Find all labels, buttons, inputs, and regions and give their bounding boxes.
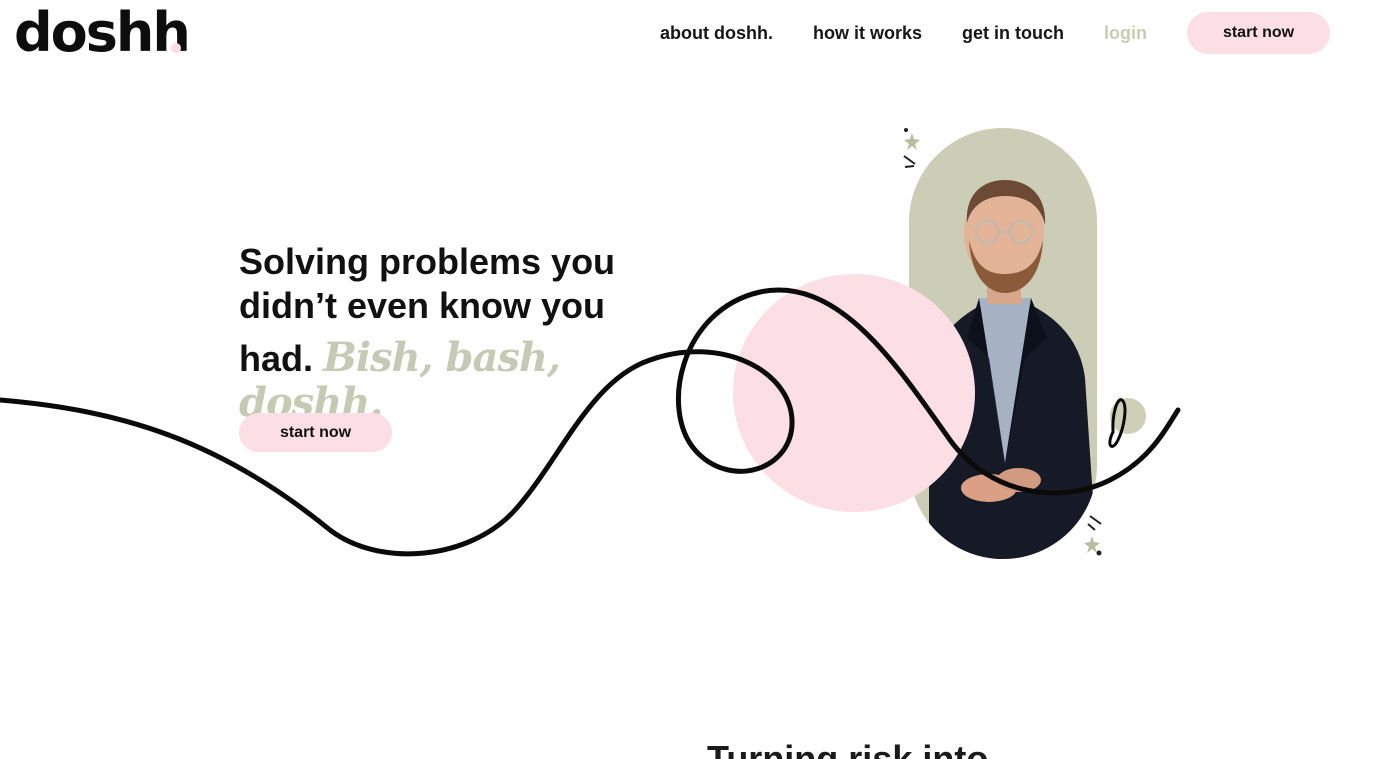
nav-get-in-touch[interactable]: get in touch xyxy=(962,23,1064,44)
swoosh-line-decor xyxy=(0,128,1181,557)
main-nav: about doshh. how it works get in touch l… xyxy=(660,12,1330,54)
logo-text: doshh xyxy=(14,1,191,64)
sparkle-icon xyxy=(1084,515,1102,556)
hero-title-line2: didn’t even know you xyxy=(239,285,606,326)
hero-title-line1: Solving problems you xyxy=(239,241,616,282)
olive-dot-decor xyxy=(1110,398,1146,434)
nav-login[interactable]: login xyxy=(1104,23,1147,44)
landing-page: doshh about doshh. how it works get in t… xyxy=(0,0,1385,759)
next-section-title: Turning risk into xyxy=(707,738,989,759)
nav-about[interactable]: about doshh. xyxy=(660,23,773,44)
hero-title: Solving problems you didn’t even know yo… xyxy=(239,240,669,426)
header-start-now-button[interactable]: start now xyxy=(1187,12,1330,54)
hero-title-line3: had. xyxy=(239,338,314,379)
doshh-logo[interactable]: doshh xyxy=(14,0,191,66)
pink-circle-decor xyxy=(733,274,975,512)
nav-how-it-works[interactable]: how it works xyxy=(813,23,922,44)
logo-dot xyxy=(171,43,181,53)
hero-start-now-button[interactable]: start now xyxy=(239,413,392,452)
sparkle-icon xyxy=(903,128,920,168)
